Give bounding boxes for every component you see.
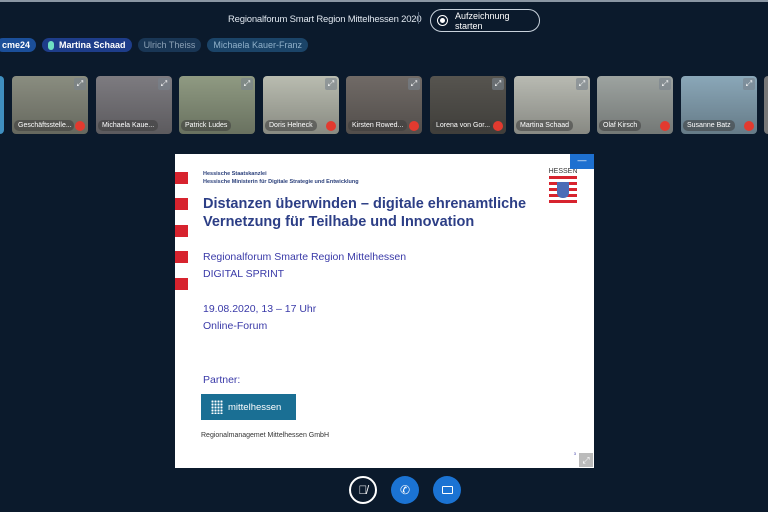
- participant-tile[interactable]: ⤢ Patrick Ludes: [179, 76, 255, 134]
- slide-title: Distanzen überwinden – digitale ehrenamt…: [203, 196, 527, 230]
- participant-name: Kirsten Rowed...: [348, 120, 408, 131]
- speaker-chip: Michaela Kauer-Franz: [207, 38, 308, 52]
- unmute-button[interactable]: 🎙̸: [349, 476, 377, 504]
- top-border: [0, 0, 768, 2]
- page-number: 3: [573, 451, 576, 456]
- hessen-logo: HESSEN: [546, 168, 580, 207]
- participant-name: Lorena von Gor...: [432, 120, 492, 131]
- record-label: Aufzeichnung starten: [454, 10, 510, 31]
- slide-decoration: [175, 251, 188, 263]
- expand-icon[interactable]: ⤢: [74, 78, 86, 90]
- participant-tile-partial[interactable]: [764, 76, 768, 134]
- expand-icon[interactable]: ⤢: [325, 78, 337, 90]
- meeting-title: Regionalforum Smart Region Mittelhessen …: [228, 14, 422, 25]
- slide-text: Regionalforum Smarte Region Mittelhessen: [203, 251, 407, 263]
- slide-org: Hessische Staatskanzlei: [203, 171, 267, 177]
- camera-button[interactable]: [433, 476, 461, 504]
- speaker-chip: cme24: [0, 38, 37, 52]
- leave-call-button[interactable]: ✆: [391, 476, 419, 504]
- participant-name: Doris Helneck: [265, 120, 317, 131]
- participant-tile[interactable]: ⤢ Kirsten Rowed...: [346, 76, 422, 134]
- logo-icon: [211, 400, 223, 414]
- participant-tile[interactable]: ⤢ Lorena von Gor...: [430, 76, 506, 134]
- presentation-slide: Hessische Staatskanzlei Hessische Minist…: [175, 154, 594, 468]
- expand-icon[interactable]: ⤢: [408, 78, 420, 90]
- slide-text: DIGITAL SPRINT: [203, 268, 285, 280]
- minimize-presentation-button[interactable]: —: [570, 154, 594, 169]
- muted-mic-icon: [744, 121, 754, 131]
- participant-name: Geschäftsstelle...: [14, 120, 74, 131]
- participant-name: Martina Schaad: [516, 120, 574, 131]
- slide-format: Online-Forum: [203, 320, 268, 332]
- participant-name: Susanne Batz: [683, 120, 735, 131]
- participant-name: Olaf Kirsch: [599, 120, 642, 131]
- start-recording-button[interactable]: Aufzeichnung starten: [430, 9, 540, 32]
- participant-tile[interactable]: ⤢ Michaela Kaue...: [96, 76, 172, 134]
- participant-tile[interactable]: ⤢ Olaf Kirsch: [597, 76, 673, 134]
- slide-partner-label: Partner:: [203, 374, 241, 386]
- slide-decoration: [175, 225, 188, 237]
- participant-name: Michaela Kaue...: [98, 120, 158, 131]
- muted-mic-icon: [409, 121, 419, 131]
- expand-icon[interactable]: ⤢: [659, 78, 671, 90]
- speaker-chip: Ulrich Theiss: [137, 38, 202, 52]
- partner-name: Regionalmanagemet Mittelhessen GmbH: [201, 432, 330, 439]
- muted-mic-icon: [75, 121, 85, 131]
- record-icon: [437, 15, 448, 26]
- active-speakers: cme24 Martina Schaad Ulrich Theiss Michaela…: [0, 38, 308, 52]
- expand-icon[interactable]: ⤢: [158, 78, 170, 90]
- slide-decoration: [175, 278, 188, 290]
- participant-name: Patrick Ludes: [181, 120, 232, 131]
- expand-icon[interactable]: ⤢: [241, 78, 253, 90]
- slide-org: Hessische Ministerin für Digitale Strate…: [203, 179, 359, 185]
- muted-mic-icon: [326, 121, 336, 131]
- camera-icon: [441, 486, 453, 494]
- participant-tile[interactable]: ⤢ Doris Helneck: [263, 76, 339, 134]
- participant-tile[interactable]: ⤢ Geschäftsstelle...: [12, 76, 88, 134]
- fullscreen-button[interactable]: ⤢: [579, 453, 593, 467]
- microphone-icon: [48, 40, 55, 50]
- muted-mic-icon: 🎙̸: [358, 483, 368, 497]
- muted-mic-icon: [660, 121, 670, 131]
- expand-icon[interactable]: ⤢: [492, 78, 504, 90]
- participant-tile[interactable]: ⤢ Susanne Batz: [681, 76, 757, 134]
- participant-tile-partial[interactable]: [0, 76, 4, 134]
- phone-icon: ✆: [399, 483, 411, 497]
- divider: [418, 12, 419, 24]
- slide-date: 19.08.2020, 13 – 17 Uhr: [203, 303, 317, 315]
- muted-mic-icon: [493, 121, 503, 131]
- expand-icon[interactable]: ⤢: [743, 78, 755, 90]
- slide-decoration: [175, 198, 188, 210]
- expand-icon[interactable]: ⤢: [576, 78, 588, 90]
- participant-tile[interactable]: ⤢ Martina Schaad: [514, 76, 590, 134]
- slide-decoration: [175, 172, 188, 184]
- mittelhessen-logo: mittelhessen: [201, 394, 296, 420]
- speaker-chip: Martina Schaad: [42, 38, 132, 52]
